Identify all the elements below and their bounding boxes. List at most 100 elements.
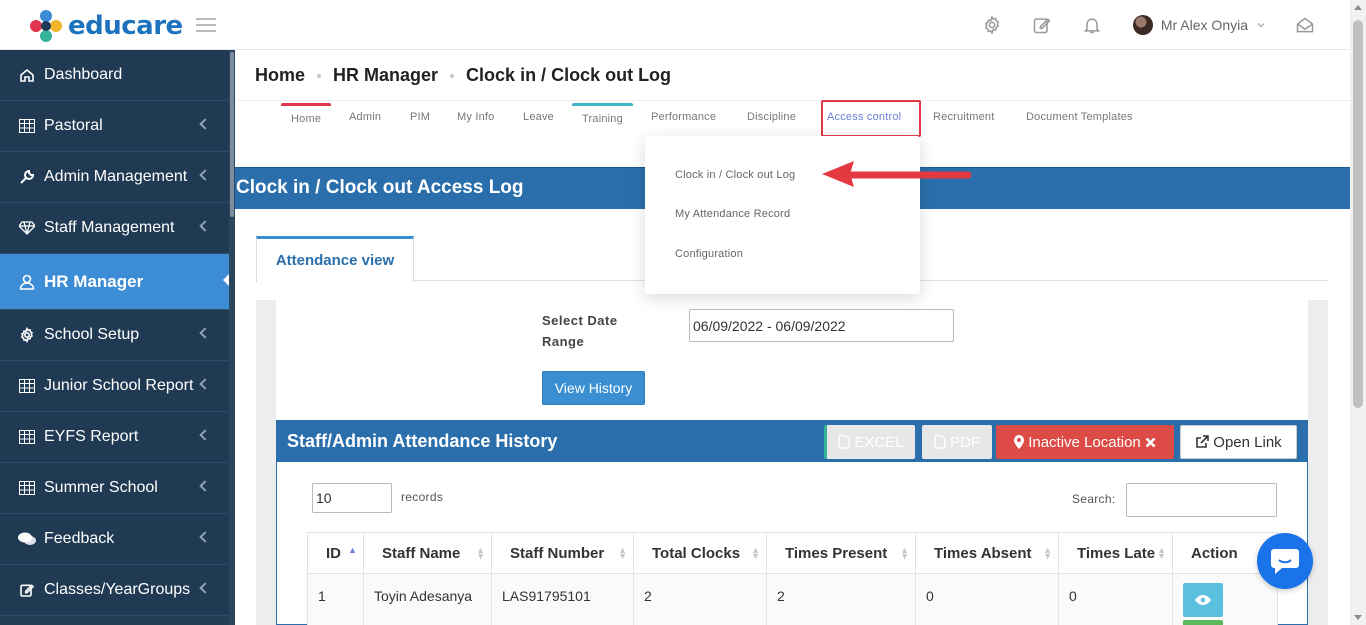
page-title: Clock in / Clock out Access Log xyxy=(236,177,524,198)
sort-icon: ▲ ▼ xyxy=(1157,545,1166,561)
file-pdf-icon xyxy=(934,435,946,449)
sidebar-item-eyfs-report[interactable]: EYFS Report xyxy=(0,412,229,463)
sidebar-item-label: School Setup xyxy=(44,326,140,343)
home-icon xyxy=(18,66,36,84)
cell-times-present: 2 xyxy=(766,573,916,625)
table-icon xyxy=(18,479,36,497)
scroll-up-icon[interactable] xyxy=(1354,5,1362,10)
cell-staff-number: LAS91795101 xyxy=(491,573,634,625)
excel-export-button[interactable]: EXCEL xyxy=(824,425,915,459)
gear-icon[interactable] xyxy=(967,0,1017,50)
inactive-location-label: Inactive Location xyxy=(1028,433,1141,451)
column-times-absent[interactable]: Times Absent ▲ ▼ xyxy=(915,532,1059,574)
sidebar-item-staff-management[interactable]: Staff Management xyxy=(0,203,229,254)
dropdown-item-configuration[interactable]: Configuration xyxy=(675,248,743,260)
user-menu[interactable]: Mr Alex Onyia xyxy=(1132,15,1266,35)
sidebar-item-label: Staff Management xyxy=(44,219,175,236)
table-icon xyxy=(18,117,36,135)
close-icon xyxy=(1145,437,1156,447)
edit-record-button[interactable] xyxy=(1183,620,1223,625)
breadcrumb-separator xyxy=(317,73,322,78)
avatar xyxy=(1132,15,1153,35)
tab-performance[interactable]: Performance xyxy=(651,111,716,123)
tab-training[interactable]: Training xyxy=(572,103,633,125)
map-marker-icon xyxy=(1014,435,1025,449)
column-total-clocks[interactable]: Total Clocks ▲ ▼ xyxy=(633,532,767,574)
tab-my-info[interactable]: My Info xyxy=(457,111,494,123)
view-history-button[interactable]: View History xyxy=(542,371,645,405)
tab-document-templates[interactable]: Document Templates xyxy=(1026,111,1133,123)
column-times-present[interactable]: Times Present ▲ ▼ xyxy=(766,532,916,574)
menu-toggle-icon[interactable] xyxy=(196,18,216,32)
tab-pim[interactable]: PIM xyxy=(410,111,430,123)
date-range-input[interactable] xyxy=(689,309,954,342)
column-id[interactable]: ID ▲ xyxy=(307,532,364,574)
tab-recruitment[interactable]: Recruitment xyxy=(933,111,995,123)
sidebar-item-dashboard[interactable]: Dashboard xyxy=(0,50,229,101)
tab-attendance-view[interactable]: Attendance view xyxy=(256,236,414,282)
sort-asc-icon: ▲ xyxy=(348,545,357,555)
cell-total-clocks: 2 xyxy=(633,573,767,625)
open-link-button[interactable]: Open Link xyxy=(1180,425,1297,459)
column-staff-number[interactable]: Staff Number ▲ ▼ xyxy=(491,532,634,574)
breadcrumb-separator xyxy=(450,73,455,78)
sidebar-item-classes-yeargroups[interactable]: Classes/YearGroups xyxy=(0,565,229,616)
sidebar-item-summer-school[interactable]: Summer School xyxy=(0,463,229,514)
column-label: ID xyxy=(326,544,341,562)
user-name: Mr Alex Onyia xyxy=(1160,17,1248,33)
comments-icon xyxy=(18,530,36,548)
table-header-row: ID ▲ Staff Name ▲ ▼ Staff Number ▲ ▼ Total Cl… xyxy=(307,532,1278,574)
scroll-down-icon[interactable] xyxy=(1354,615,1362,620)
dropdown-item-my-attendance[interactable]: My Attendance Record xyxy=(675,208,790,220)
chevron-left-icon xyxy=(199,531,211,543)
sidebar-item-junior-school-report[interactable]: Junior School Report xyxy=(0,361,229,412)
top-icons: Mr Alex Onyia xyxy=(967,0,1320,50)
sort-icon: ▲ ▼ xyxy=(900,545,909,561)
bell-icon[interactable] xyxy=(1067,0,1117,50)
pdf-export-button[interactable]: PDF xyxy=(922,425,992,459)
sidebar-item-feedback[interactable]: Feedback xyxy=(0,514,229,565)
tab-leave[interactable]: Leave xyxy=(523,111,554,123)
column-times-late[interactable]: Times Late ▲ ▼ xyxy=(1058,532,1173,574)
inactive-location-button[interactable]: Inactive Location xyxy=(996,425,1174,459)
cell-times-late: 0 xyxy=(1058,573,1173,625)
diamond-icon xyxy=(18,219,36,237)
dropdown-item-clock-log[interactable]: Clock in / Clock out Log xyxy=(675,169,795,181)
chat-button[interactable] xyxy=(1257,533,1313,589)
sidebar-item-school-setup[interactable]: School Setup xyxy=(0,310,229,361)
edit-icon[interactable] xyxy=(1017,0,1067,50)
column-label: Times Present xyxy=(785,544,888,562)
page-length-input[interactable] xyxy=(312,483,392,513)
annotation-arrow xyxy=(822,161,972,187)
tab-admin[interactable]: Admin xyxy=(349,111,381,123)
attendance-history-title: Staff/Admin Attendance History xyxy=(287,431,558,451)
sidebar-scrollbar-thumb[interactable] xyxy=(230,52,234,217)
sidebar-item-label: Pastoral xyxy=(44,117,103,134)
sidebar-item-label: Feedback xyxy=(44,530,115,547)
column-staff-name[interactable]: Staff Name ▲ ▼ xyxy=(363,532,492,574)
sidebar-item-pastoral[interactable]: Pastoral xyxy=(0,101,229,152)
sidebar-scrollbar[interactable] xyxy=(229,50,235,625)
breadcrumb-hr-manager[interactable]: HR Manager xyxy=(333,65,438,86)
view-record-button[interactable] xyxy=(1183,583,1223,617)
chevron-left-icon xyxy=(199,582,211,594)
chevron-left-icon xyxy=(199,480,211,492)
table-row: 1 Toyin Adesanya LAS91795101 2 2 0 0 xyxy=(307,573,1278,625)
open-link-label: Open Link xyxy=(1213,433,1282,451)
chevron-left-icon xyxy=(199,429,211,441)
excel-label: EXCEL xyxy=(854,433,904,451)
sidebar-item-label: Admin Management xyxy=(44,168,188,185)
breadcrumb-home[interactable]: Home xyxy=(255,65,305,86)
page-scrollbar[interactable] xyxy=(1350,0,1366,625)
inbox-icon[interactable] xyxy=(1290,0,1320,50)
sort-icon: ▲ ▼ xyxy=(618,545,627,561)
educare-logo[interactable]: educare xyxy=(30,10,183,42)
sidebar-item-admin-management[interactable]: Admin Management xyxy=(0,152,229,203)
sidebar-item-hr-manager[interactable]: HR Manager xyxy=(0,254,235,310)
scrollbar-thumb[interactable] xyxy=(1353,20,1363,408)
tab-discipline[interactable]: Discipline xyxy=(747,111,796,123)
search-input[interactable] xyxy=(1126,483,1277,517)
breadcrumb: Home HR Manager Clock in / Clock out Log xyxy=(255,65,671,86)
attendance-history-header: Staff/Admin Attendance History EXCEL PDF… xyxy=(277,421,1307,462)
tab-home[interactable]: Home xyxy=(280,103,332,125)
